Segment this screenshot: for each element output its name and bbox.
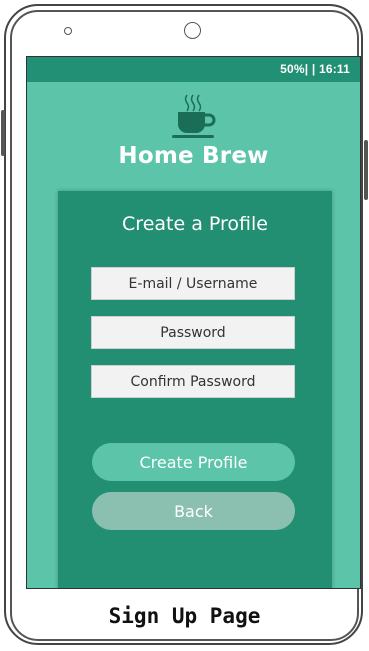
- app-title: Home Brew: [118, 143, 269, 169]
- confirm-password-input[interactable]: [91, 365, 295, 398]
- camera-icon: [184, 22, 201, 39]
- phone-screen: 50%| | 16:11 Home Brew Create a Profile …: [26, 56, 361, 589]
- create-profile-button[interactable]: Create Profile: [92, 443, 295, 481]
- status-text: 50%| | 16:11: [280, 62, 350, 76]
- volume-button: [1, 110, 5, 156]
- speaker-icon: [64, 27, 72, 35]
- signup-card: Create a Profile Create Profile Back: [58, 191, 332, 588]
- back-button[interactable]: Back: [92, 492, 295, 530]
- mockup-canvas: 50%| | 16:11 Home Brew Create a Profile …: [0, 0, 369, 651]
- status-bar: 50%| | 16:11: [27, 57, 360, 82]
- password-input[interactable]: [91, 316, 295, 349]
- coffee-cup-icon: [172, 94, 216, 138]
- form-title: Create a Profile: [122, 213, 268, 235]
- email-username-input[interactable]: [91, 267, 295, 300]
- page-caption: Sign Up Page: [108, 604, 261, 628]
- power-button: [364, 140, 368, 200]
